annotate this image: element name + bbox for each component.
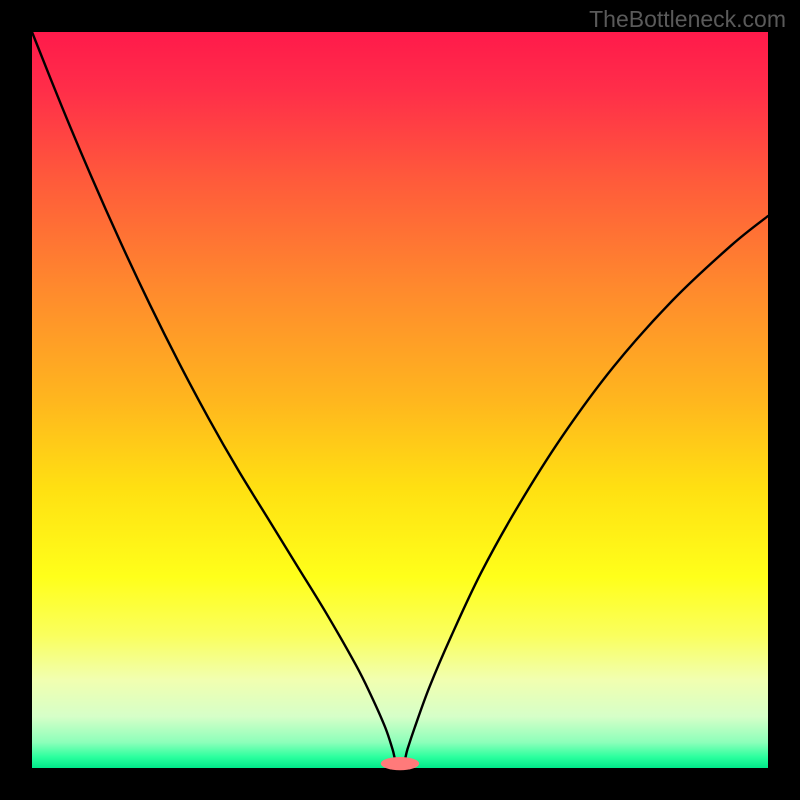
min-marker <box>381 757 419 770</box>
chart-canvas <box>0 0 800 800</box>
watermark-text: TheBottleneck.com <box>589 6 786 33</box>
plot-background <box>32 32 768 768</box>
chart-frame: TheBottleneck.com <box>0 0 800 800</box>
